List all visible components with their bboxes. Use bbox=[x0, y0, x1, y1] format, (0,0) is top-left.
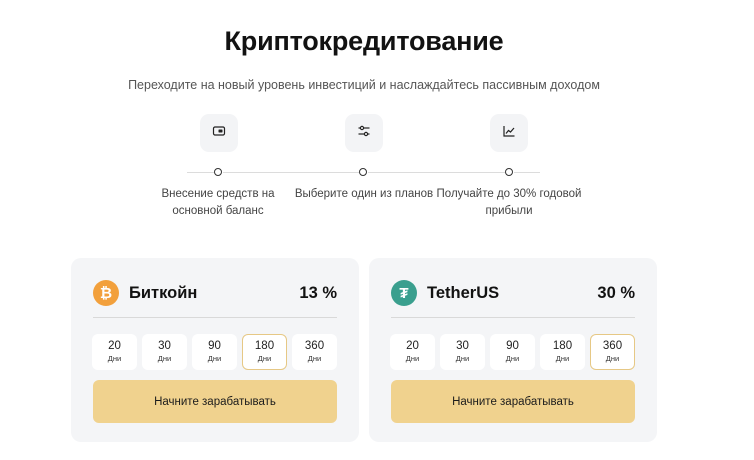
step-line-3b bbox=[514, 172, 540, 173]
tether-icon: ₮ bbox=[391, 280, 417, 306]
term-selector: 20 Дни 30 Дни 90 Дни 180 Дни 360 Дни bbox=[92, 334, 337, 370]
plan-divider bbox=[93, 317, 337, 318]
step-2-text: Выберите один из планов bbox=[294, 188, 434, 200]
plan-rate: 30 % bbox=[597, 284, 635, 302]
plan-card-bitcoin: ₿ Биткойн 13 % 20 Дни 30 Дни 90 Дни 180 … bbox=[71, 258, 359, 442]
step-1-icon-box bbox=[200, 114, 238, 152]
plan-card-tether: ₮ TetherUS 30 % 20 Дни 30 Дни 90 Дни 180… bbox=[369, 258, 657, 442]
step-line-1a bbox=[187, 172, 214, 173]
plan-divider bbox=[391, 317, 635, 318]
step-1-text: Внесение средств на основной баланс bbox=[161, 188, 275, 217]
start-earning-button[interactable]: Начните зарабатывать bbox=[391, 380, 635, 423]
step-3-text: Получайте до 30% годовой прибыли bbox=[436, 188, 582, 217]
plan-coin-name: TetherUS bbox=[427, 284, 500, 302]
term-option-360[interactable]: 360 Дни bbox=[590, 334, 635, 370]
bitcoin-icon: ₿ bbox=[93, 280, 119, 306]
term-option-90[interactable]: 90 Дни bbox=[490, 334, 535, 370]
term-option-180[interactable]: 180 Дни bbox=[540, 334, 585, 370]
term-selector: 20 Дни 30 Дни 90 Дни 180 Дни 360 Дни bbox=[390, 334, 635, 370]
page-title: Криптокредитование bbox=[224, 26, 504, 56]
chart-icon bbox=[502, 124, 516, 143]
step-dot-1 bbox=[214, 168, 222, 176]
page-subtitle: Переходите на новый уровень инвестиций и… bbox=[128, 78, 600, 92]
step-line-1b bbox=[223, 172, 359, 173]
term-option-20[interactable]: 20 Дни bbox=[390, 334, 435, 370]
step-3-icon-box bbox=[490, 114, 528, 152]
plan-coin-name: Биткойн bbox=[129, 284, 198, 302]
term-option-20[interactable]: 20 Дни bbox=[92, 334, 137, 370]
term-option-360[interactable]: 360 Дни bbox=[292, 334, 337, 370]
term-option-30[interactable]: 30 Дни bbox=[440, 334, 485, 370]
term-option-180[interactable]: 180 Дни bbox=[242, 334, 287, 370]
sliders-icon bbox=[357, 124, 371, 143]
step-dot-3 bbox=[505, 168, 513, 176]
step-dot-2 bbox=[359, 168, 367, 176]
step-2-icon-box bbox=[345, 114, 383, 152]
step-line-2b bbox=[368, 172, 505, 173]
wallet-icon bbox=[212, 124, 226, 143]
term-option-90[interactable]: 90 Дни bbox=[192, 334, 237, 370]
start-earning-button[interactable]: Начните зарабатывать bbox=[93, 380, 337, 423]
plan-rate: 13 % bbox=[299, 284, 337, 302]
term-option-30[interactable]: 30 Дни bbox=[142, 334, 187, 370]
